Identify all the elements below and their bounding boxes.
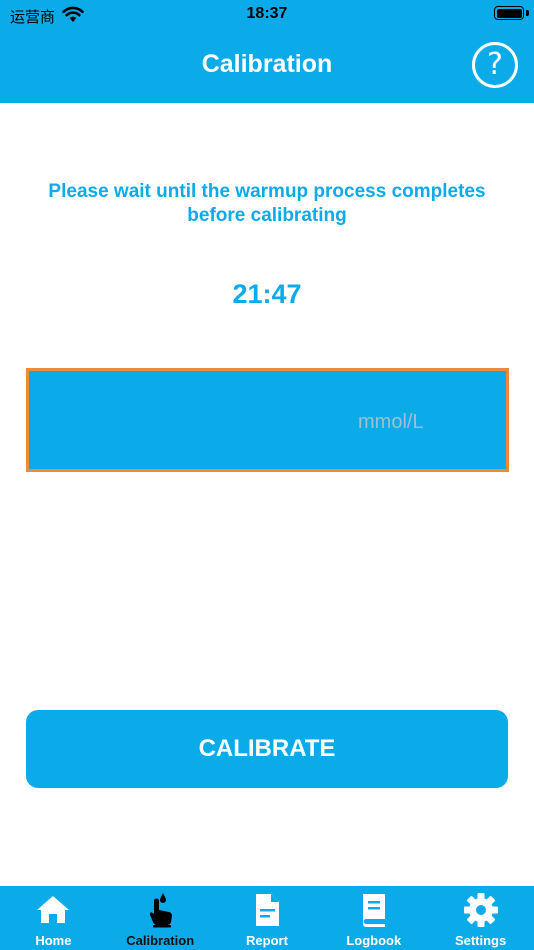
tab-bar: Home Calibration Report Logbook Settings	[0, 886, 534, 950]
finger-drop-icon	[150, 893, 173, 928]
document-icon	[255, 894, 279, 926]
glucose-input[interactable]	[39, 391, 339, 451]
nav-bar: Calibration ?	[0, 30, 534, 103]
tab-settings[interactable]: Settings	[427, 886, 534, 950]
home-icon	[37, 896, 70, 923]
tab-label: Logbook	[346, 933, 402, 948]
status-bar: 运营商 18:37	[0, 0, 534, 30]
question-circle-icon: ?	[487, 47, 503, 82]
book-icon	[362, 894, 385, 927]
page-title: Calibration	[201, 50, 333, 78]
warmup-message: Please wait until the warmup process com…	[48, 181, 486, 226]
tab-report[interactable]: Report	[214, 886, 321, 950]
calibrate-button[interactable]: CALIBRATE	[26, 710, 508, 788]
tab-label: Calibration	[126, 933, 195, 948]
tab-label: Settings	[454, 933, 507, 948]
tab-label: Home	[35, 933, 72, 948]
glucose-field[interactable]: mmol/L	[26, 368, 509, 472]
tab-calibration[interactable]: Calibration	[107, 886, 214, 950]
unit-label: mmol/L	[358, 411, 424, 433]
tab-label: Report	[246, 933, 288, 948]
warmup-countdown: 21:47	[232, 279, 302, 309]
tab-home[interactable]: Home	[0, 886, 107, 950]
status-time: 18:37	[246, 5, 288, 22]
tab-logbook[interactable]: Logbook	[320, 886, 427, 950]
battery-icon	[494, 6, 524, 20]
battery-tip	[526, 10, 529, 16]
help-button[interactable]: ?	[472, 42, 518, 88]
gear-icon	[463, 893, 498, 927]
